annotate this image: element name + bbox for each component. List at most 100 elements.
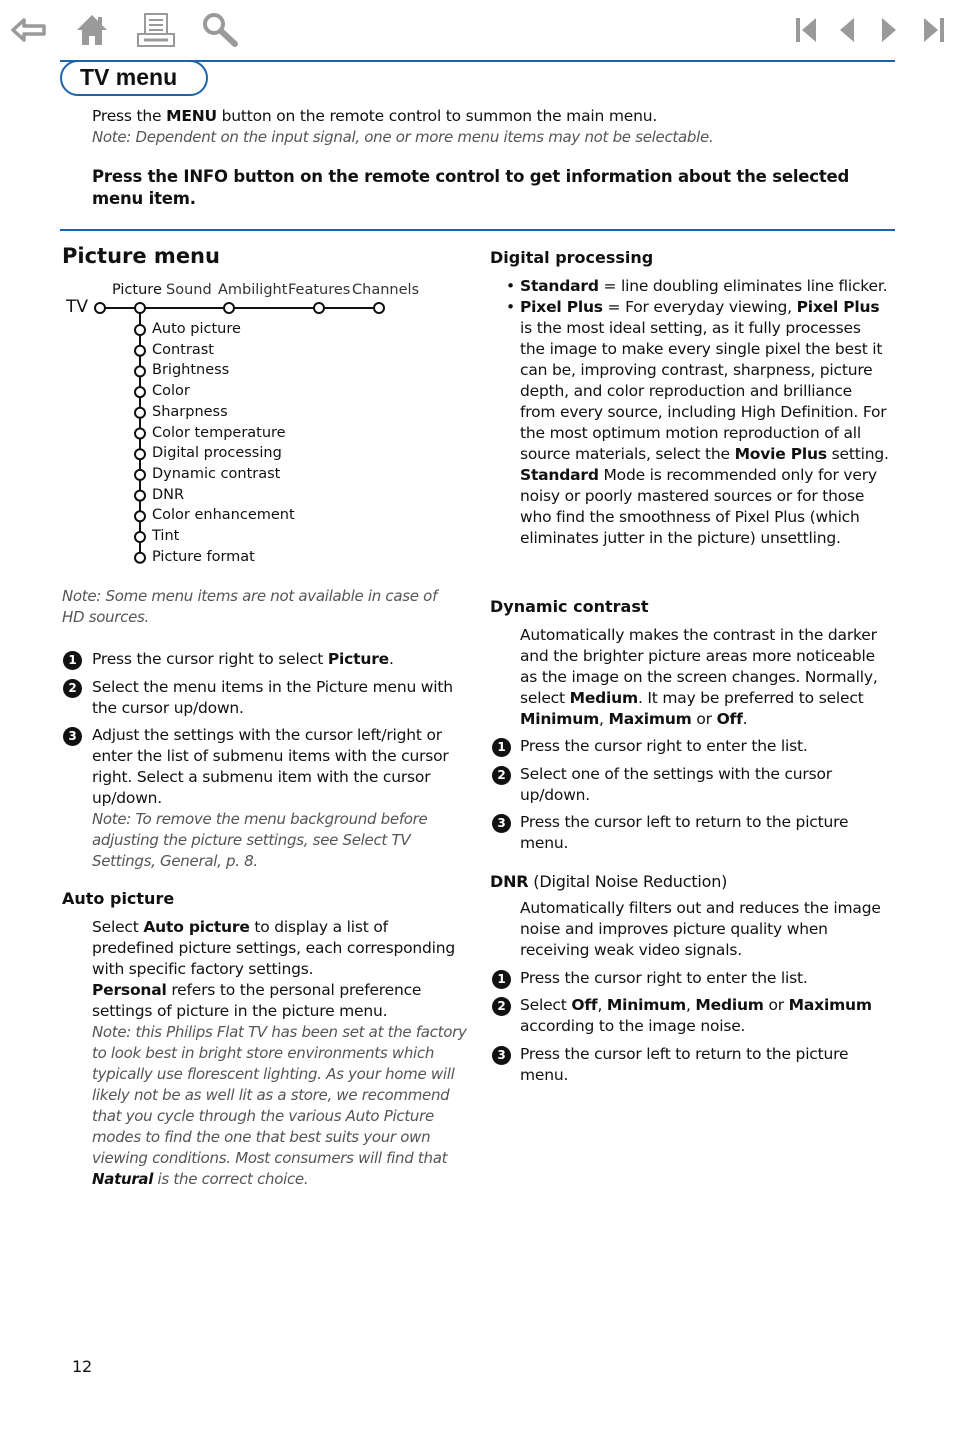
top-menu-ambilight[interactable]: Ambilight [218,282,287,298]
tree-item-node [134,344,146,357]
print-icon[interactable] [136,10,176,50]
dc-e: . [742,710,748,728]
bullet-text: Pixel Plus = For everyday viewing, Pixel… [520,297,890,549]
menu-item-color-enhancement[interactable]: Color enhancement [152,506,295,524]
b2-a: = For everyday viewing, [602,298,797,316]
top-menu-picture[interactable]: Picture [112,282,162,298]
hd-note: Note: Some menu items are not available … [62,587,438,626]
intro-note: Note: Dependent on the input signal, one… [92,128,714,146]
s-s1: , [597,996,607,1014]
home-icon[interactable] [72,10,112,50]
digital-processing-heading: Digital processing [490,248,654,267]
b2-bold: Pixel Plus [520,298,603,316]
s-s2: , [685,996,696,1014]
menu-item-dynamic-contrast[interactable]: Dynamic contrast [152,465,280,483]
b2-bold3: Movie Plus [734,445,828,463]
b1-text: = line doubling eliminates line flicker. [598,277,888,295]
search-icon[interactable] [200,10,240,50]
auto-picture-p1: Select Auto picture to display a list of… [92,917,470,980]
step-number-icon: 3 [492,1046,511,1065]
auto-picture-heading: Auto picture [62,889,175,908]
top-menu-channels[interactable]: Channels [352,282,419,298]
menu-key: MENU [166,107,217,125]
dc-b2: Minimum [520,710,600,728]
tree-menu-node [313,302,325,314]
tree-menu-node [134,302,146,314]
step-text: Select the menu items in the Picture men… [92,678,453,717]
step-text: Select one of the settings with the curs… [520,765,832,804]
tree-item-node [134,531,146,543]
bullet-text: Standard = line doubling eliminates line… [520,276,896,297]
menu-item-tint[interactable]: Tint [152,527,179,545]
menu-item-contrast[interactable]: Contrast [152,341,214,359]
step-number-icon: 3 [492,814,511,833]
page-title: TV menu [60,60,208,96]
b2-bold2: Pixel Plus [796,298,880,316]
p1-pre: Select [92,918,144,936]
menu-item-picture-format[interactable]: Picture format [152,548,255,566]
menu-item-auto-picture[interactable]: Auto picture [152,320,241,338]
step-note: Note: To remove the menu background befo… [92,810,428,870]
b2-c: setting. [826,445,889,463]
menu-item-color[interactable]: Color [152,382,190,400]
s-b4: Maximum [788,996,872,1014]
dp-bullet-2: • Pixel Plus = For everyday viewing, Pix… [506,297,890,549]
last-page-icon[interactable] [914,10,954,50]
dc-b: . It may be preferred to select [637,689,864,707]
step-main-text: Adjust the settings with the cursor left… [92,726,449,807]
b2-bold4: Standard [520,466,599,484]
step-bold: Picture [327,650,389,668]
b2-b: is the most ideal setting, as it fully p… [520,319,887,463]
step-number-icon: 1 [492,970,511,989]
dc-b4: Off [716,710,743,728]
dynamic-contrast-heading: Dynamic contrast [490,597,649,616]
step-post: . [388,650,394,668]
dc-b1: Medium [569,689,639,707]
top-menu-features[interactable]: Features [288,282,350,298]
tree-item-node [134,448,146,461]
tree-item-node [134,489,146,502]
menu-item-sharpness[interactable]: Sharpness [152,403,228,421]
p2-bold: Personal [92,981,167,999]
menu-item-color-temperature[interactable]: Color temperature [152,424,286,442]
intro-text: Press the MENU button on the remote cont… [92,106,892,127]
s-s3: or [763,996,789,1014]
s-b1: Off [571,996,598,1014]
dc-b3: Maximum [608,710,692,728]
tree-item-node [134,468,146,481]
section-rule [60,229,895,231]
step-number-icon: 3 [63,727,82,746]
bullet-icon: • [506,298,515,316]
step-text: Press the cursor left to return to the p… [520,813,849,852]
s-b3: Medium [695,996,764,1014]
p1-bold: Auto picture [143,918,250,936]
note-bold: Natural [92,1170,154,1188]
tree-item-node [134,365,146,378]
note-text: Note: this Philips Flat TV has been set … [92,1023,467,1167]
dc-d: or [691,710,717,728]
dnr-body: Automatically filters out and reduces th… [520,899,881,959]
auto-picture-body: Select Auto picture to display a list of… [92,917,470,1190]
tree-root-label: TV [66,297,89,317]
menu-item-digital-processing[interactable]: Digital processing [152,444,282,462]
tree-menu-node [223,302,235,314]
back-arrow-icon[interactable] [10,10,50,50]
b1-bold: Standard [520,277,599,295]
step-pre: Press the cursor right to select [92,650,328,668]
intro-pre: Press the [92,107,167,125]
top-menu-sound[interactable]: Sound [166,282,212,298]
menu-item-brightness[interactable]: Brightness [152,361,229,379]
tree-item-node [134,551,146,564]
previous-page-icon[interactable] [830,10,870,50]
first-page-icon[interactable] [790,10,830,50]
step-text: Press the cursor right to enter the list… [520,737,808,755]
dnr-rest: (Digital Noise Reduction) [528,872,728,891]
s-b2: Minimum [606,996,686,1014]
intro-post: button on the remote control to summon t… [216,107,658,125]
menu-item-dnr[interactable]: DNR [152,486,184,504]
tree-item-node [134,406,146,419]
dnr-heading: DNR (Digital Noise Reduction) [490,871,727,892]
step-text: Press the cursor left to return to the p… [520,1045,849,1084]
next-page-icon[interactable] [870,10,910,50]
page-title-text: TV menu [80,64,178,90]
